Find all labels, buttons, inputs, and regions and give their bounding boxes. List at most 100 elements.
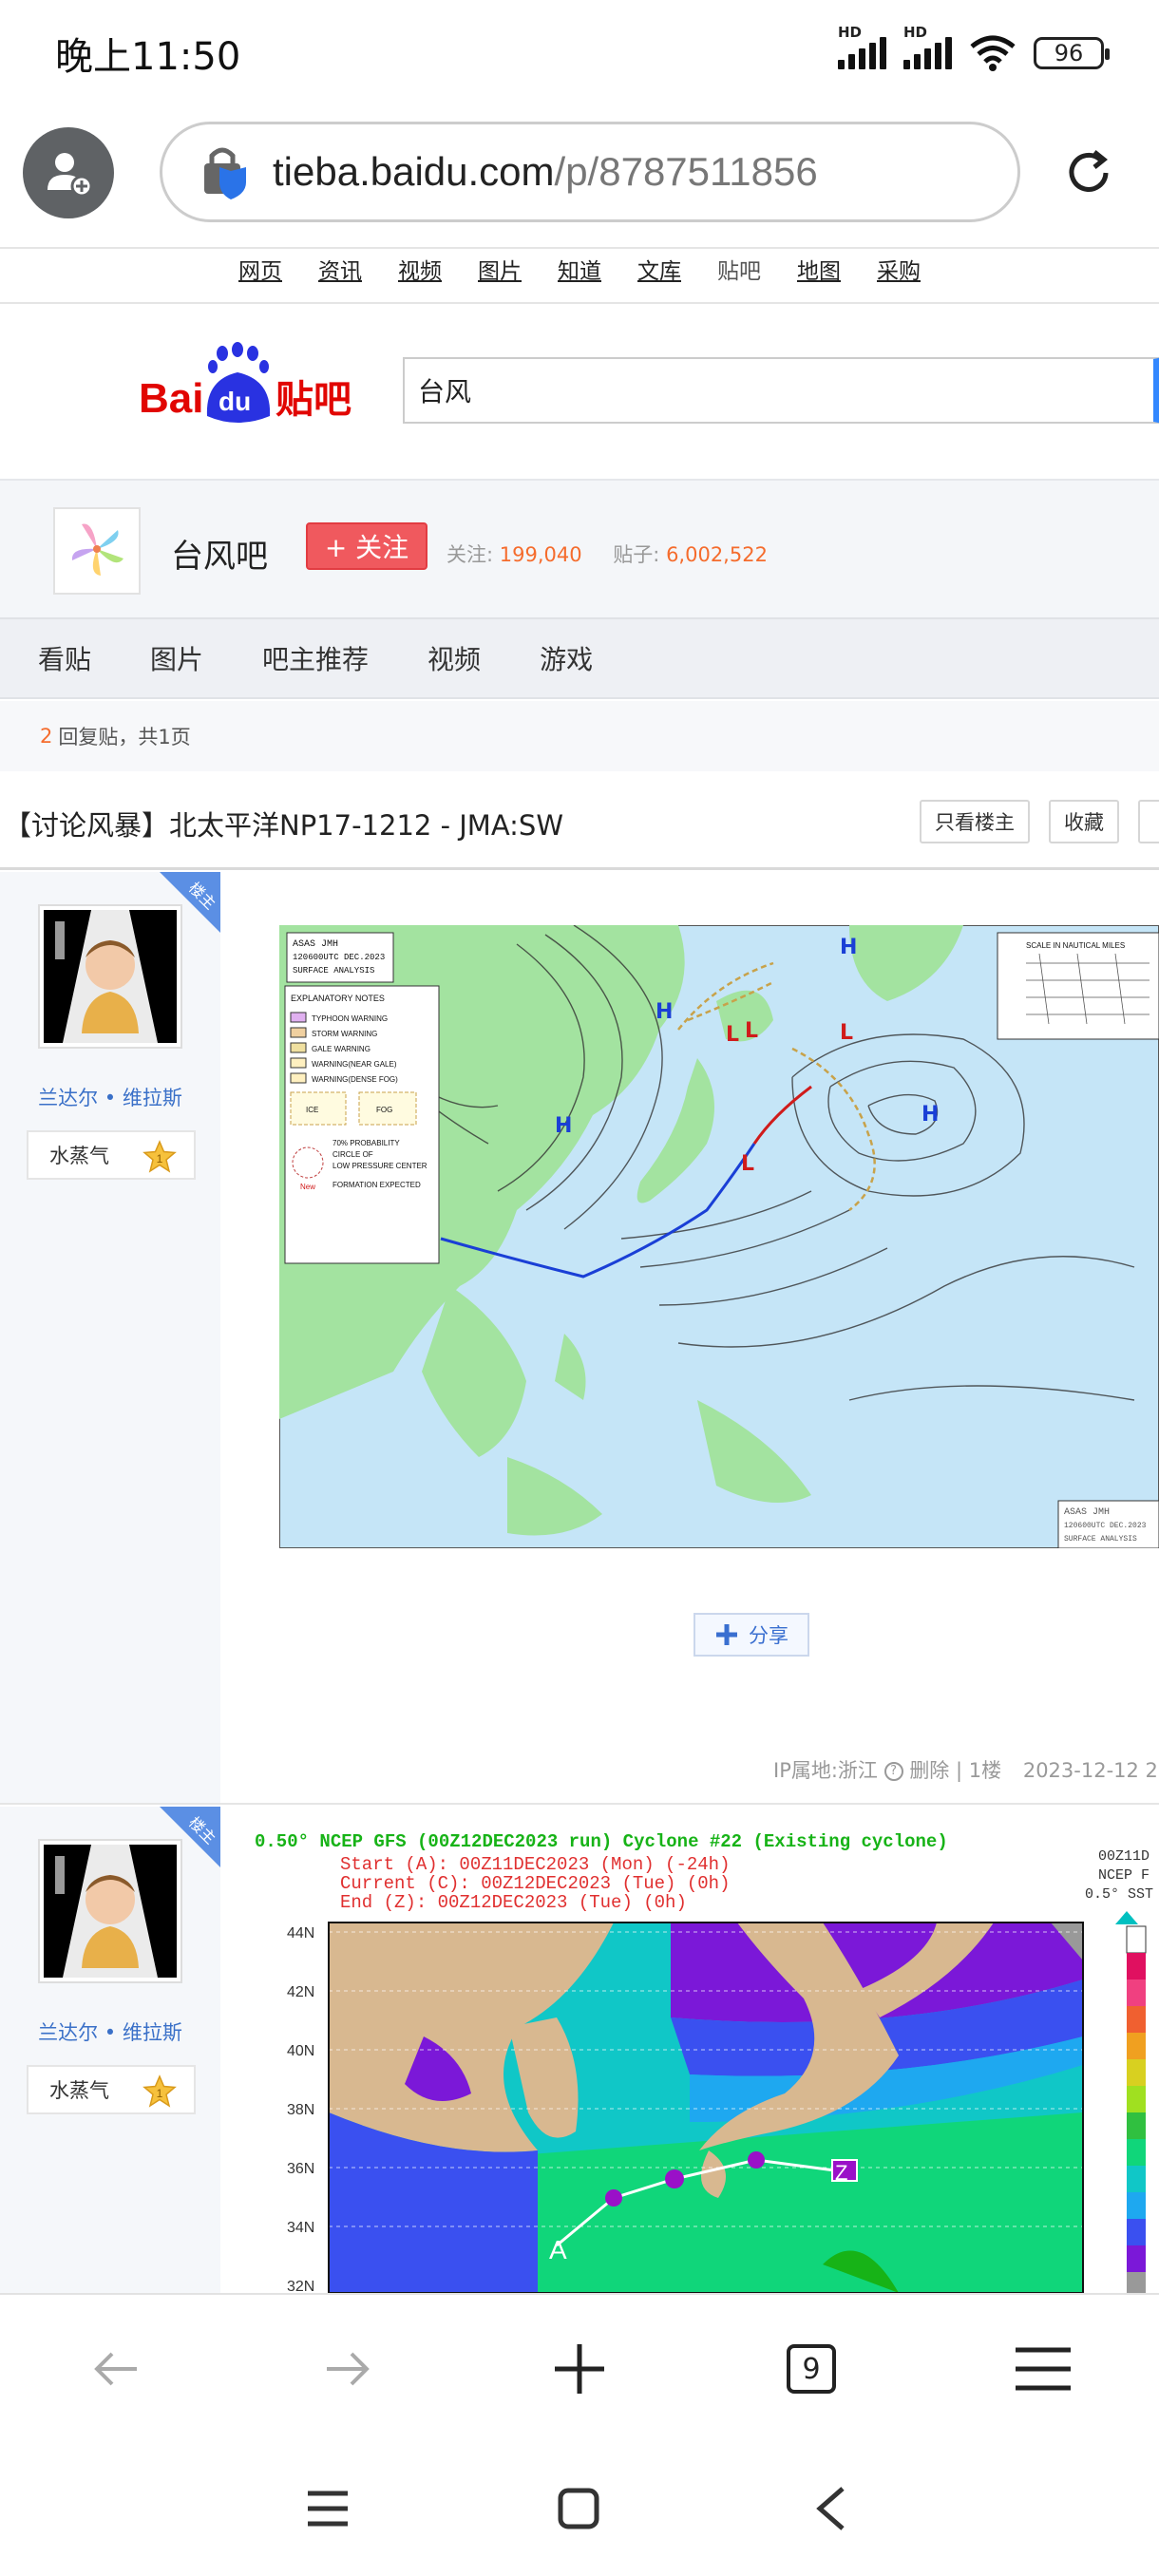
only-author-button[interactable]: 只看楼主 [920, 800, 1030, 843]
op-badge-label: 楼主 [184, 1813, 219, 1848]
post-time: 2023-12-12 23:4 [1022, 1759, 1159, 1782]
nav-link-video[interactable]: 视频 [398, 253, 442, 304]
forum-name[interactable]: 台风吧 [171, 530, 268, 577]
favorite-button[interactable]: 收藏 [1049, 800, 1119, 843]
tab-posts[interactable]: 看贴 [38, 639, 91, 677]
baidu-top-nav: 网页 资讯 视频 图片 知道 文库 贴吧 地图 采购 [0, 253, 1159, 304]
profile-avatar-button[interactable] [23, 127, 114, 218]
new-tab-button[interactable] [542, 2331, 618, 2407]
op-badge-label: 楼主 [184, 879, 219, 914]
nav-link-wenku[interactable]: 文库 [637, 253, 681, 304]
tab-featured[interactable]: 吧主推荐 [262, 639, 369, 677]
user-avatar[interactable] [38, 904, 182, 1049]
forum-logo-icon [71, 523, 124, 576]
network-type-label: HD [838, 24, 863, 41]
thread-title-row: 【讨论风暴】北太平洋NP17-1212 - JMA:SW 只看楼主 收藏 [0, 775, 1159, 870]
menu-button[interactable] [1005, 2331, 1081, 2407]
level-star-icon: 1 [142, 2074, 177, 2108]
address-bar-row: tieba.baidu.com/p/8787511856 [0, 122, 1159, 226]
forum-header: 台风吧 + 关注 关注: 199,040 贴子: 6,002,522 [0, 479, 1159, 617]
logo-text-tieba: 贴吧 [276, 378, 352, 422]
arrow-left-icon [94, 2352, 137, 2386]
nav-link-web[interactable]: 网页 [238, 253, 282, 304]
lat-label: 42N [287, 1984, 314, 2000]
lat-label: 34N [287, 2220, 314, 2236]
search-input-value: 台风 [418, 376, 472, 407]
legend-extra: FORMATION EXPECTED [332, 1181, 421, 1189]
ip-location: IP属地:浙江 [773, 1759, 878, 1782]
forward-button[interactable] [310, 2331, 386, 2407]
reply-info: 2 回复贴，共1页 [0, 701, 1159, 771]
map-title-line3: SURFACE ANALYSIS [293, 966, 374, 975]
track-start-marker: A [549, 2235, 567, 2264]
legend-item: WARNING(NEAR GALE) [312, 1060, 397, 1069]
nav-link-images[interactable]: 图片 [478, 253, 522, 304]
weather-map-image[interactable]: H H H H L L L L ASAS JMH 120600UTC DEC.2… [279, 925, 1159, 1548]
legend-item: STORM WARNING [312, 1030, 377, 1038]
reload-icon [1069, 150, 1109, 192]
track-right-label2: NCEP F [1098, 1867, 1150, 1884]
reply-count: 2 [40, 725, 53, 748]
status-time: 晚上11:50 [55, 35, 241, 79]
arrow-right-icon [327, 2352, 370, 2386]
track-right-label1: 00Z11D [1098, 1848, 1150, 1865]
system-back-button[interactable] [798, 2475, 864, 2542]
url-path: /p/8787511856 [554, 149, 818, 194]
posts-count: 6,002,522 [666, 543, 768, 566]
reload-button[interactable] [1056, 141, 1121, 205]
cyclone-track-image[interactable]: 0.50° NCEP GFS (00Z12DEC2023 run) Cyclon… [220, 1807, 1159, 2293]
legend-new: New [300, 1183, 315, 1191]
track-current-line: Current (C): 00Z12DEC2023 (Tue) (0h) [340, 1873, 730, 1894]
follow-button[interactable]: + 关注 [306, 522, 428, 570]
map-footer-line3: SURFACE ANALYSIS [1064, 1535, 1137, 1544]
secure-lock-icon [204, 147, 246, 199]
user-level-name: 水蒸气 [49, 2079, 109, 2102]
more-button[interactable] [1138, 800, 1159, 843]
track-right-label3: 0.5° SST [1085, 1886, 1153, 1903]
nav-link-tieba[interactable]: 贴吧 [717, 253, 761, 304]
share-label: 分享 [749, 1624, 788, 1647]
tab-games[interactable]: 游戏 [540, 639, 593, 677]
user-avatar[interactable] [38, 1839, 182, 1983]
user-level-badge: 水蒸气 1 [27, 1130, 196, 1180]
back-button[interactable] [78, 2331, 154, 2407]
logo-text-bai: Bai [139, 375, 203, 422]
user-level-badge: 水蒸气 1 [27, 2065, 196, 2114]
user-name[interactable]: 兰达尔 • 维拉斯 [0, 2017, 220, 2046]
user-name[interactable]: 兰达尔 • 维拉斯 [0, 1083, 220, 1111]
home-button[interactable] [545, 2475, 612, 2542]
delete-link[interactable]: 删除 [909, 1759, 949, 1782]
lat-label: 32N [287, 2279, 314, 2293]
forum-avatar[interactable] [53, 507, 141, 595]
tab-videos[interactable]: 视频 [428, 639, 481, 677]
plus-icon [555, 2344, 604, 2394]
share-button[interactable]: 分享 [694, 1613, 809, 1657]
nav-link-caigou[interactable]: 采购 [877, 253, 921, 304]
search-input[interactable]: 台风 [403, 357, 1159, 424]
nav-link-map[interactable]: 地图 [797, 253, 841, 304]
legend-extra: LOW PRESSURE CENTER [332, 1162, 428, 1170]
tab-images[interactable]: 图片 [150, 639, 203, 677]
logo-search-row: Bai du 贴吧 台风 [0, 342, 1159, 446]
nav-link-news[interactable]: 资讯 [318, 253, 362, 304]
svg-text:H: H [840, 936, 857, 959]
followers-label: 关注: [446, 543, 494, 566]
recent-apps-button[interactable] [294, 2475, 361, 2542]
svg-text:H: H [555, 1114, 572, 1138]
back-chevron-icon [816, 2487, 845, 2530]
battery-level: 96 [1054, 40, 1084, 66]
baidu-tieba-logo[interactable]: Bai du 贴吧 [139, 342, 376, 437]
url-field[interactable]: tieba.baidu.com/p/8787511856 [160, 122, 1020, 222]
map-title-line1: ASAS JMH [293, 939, 338, 950]
svg-text:L: L [745, 1019, 758, 1043]
tabs-button[interactable]: 9 [773, 2331, 849, 2407]
reply-info-text: 回复贴，共1页 [58, 726, 191, 748]
map-scale-label: SCALE IN NAUTICAL MILES [1026, 941, 1125, 950]
post-floor-2: 楼主 兰达尔 • 维拉斯 水蒸气 1 0.50° NCEP GFS (00Z12… [0, 1807, 1159, 2293]
help-icon[interactable]: ? [884, 1762, 903, 1781]
forum-tabs: 看贴 图片 吧主推荐 视频 游戏 [0, 617, 1159, 699]
svg-text:L: L [726, 1023, 739, 1047]
lat-label: 40N [287, 2043, 314, 2059]
nav-link-zhidao[interactable]: 知道 [558, 253, 601, 304]
map-title-line2: 120600UTC DEC.2023 [293, 953, 385, 962]
